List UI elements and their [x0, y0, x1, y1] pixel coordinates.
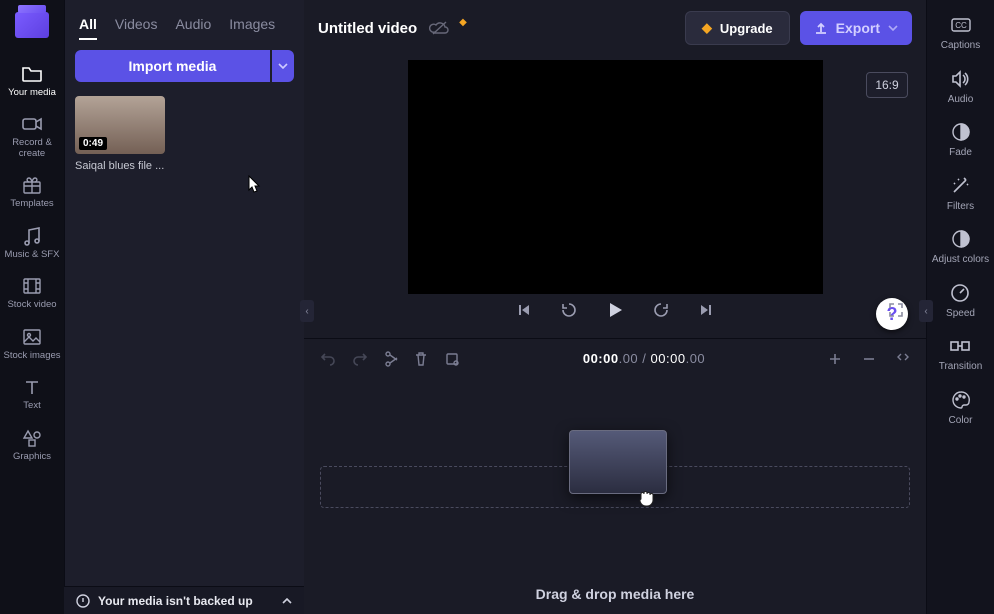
split-button[interactable] [384, 351, 398, 367]
zoom-in-button[interactable] [828, 352, 842, 366]
left-nav: Your media Record & create Templates Mus… [0, 0, 64, 614]
music-icon [21, 226, 43, 246]
dragging-clip[interactable] [569, 430, 667, 494]
transport-controls [304, 294, 926, 330]
fade-icon [949, 121, 973, 143]
media-tabs: All Videos Audio Images [65, 0, 304, 50]
contrast-icon [949, 228, 973, 250]
image-icon [21, 327, 43, 347]
nav-your-media[interactable]: Your media [1, 56, 63, 106]
rail-transition[interactable]: Transition [939, 335, 983, 373]
undo-button[interactable] [320, 352, 336, 366]
rail-audio[interactable]: Audio [948, 68, 974, 106]
nav-music-sfx[interactable]: Music & SFX [1, 218, 63, 268]
rail-fade[interactable]: Fade [949, 121, 973, 159]
chevron-down-icon [888, 25, 898, 31]
nav-record-create[interactable]: Record & create [1, 106, 63, 167]
app-logo [15, 12, 49, 38]
import-media-dropdown[interactable] [272, 50, 294, 82]
delete-button[interactable] [414, 351, 428, 367]
upload-icon [814, 21, 828, 35]
export-button[interactable]: Export [800, 11, 912, 45]
nav-stock-video[interactable]: Stock video [1, 268, 63, 318]
rail-collapse-button[interactable]: ‹ [919, 300, 933, 322]
tab-audio[interactable]: Audio [175, 16, 211, 40]
rail-filters[interactable]: Filters [947, 175, 974, 213]
tab-videos[interactable]: Videos [115, 16, 158, 40]
rail-speed[interactable]: Speed [946, 282, 975, 320]
film-icon [21, 276, 43, 296]
topbar: Untitled video ◆ ◆ Upgrade Export [304, 0, 926, 56]
crop-button[interactable] [444, 351, 460, 367]
zoom-out-button[interactable] [862, 352, 876, 366]
diamond-badge-icon: ◆ [459, 17, 467, 28]
backup-bar[interactable]: Your media isn't backed up [64, 586, 304, 614]
nav-templates[interactable]: Templates [1, 167, 63, 217]
text-icon [21, 377, 43, 397]
rewind-button[interactable] [559, 300, 579, 320]
forward-button[interactable] [651, 300, 671, 320]
gauge-icon [948, 282, 972, 304]
timeline-toolbar: 00:00.00 / 00:00.00 [304, 338, 926, 378]
nav-stock-images[interactable]: Stock images [1, 319, 63, 369]
drop-hint: Drag & drop media here [304, 586, 926, 602]
video-title[interactable]: Untitled video [318, 20, 417, 37]
skip-start-button[interactable] [513, 300, 533, 320]
wand-icon [948, 175, 972, 197]
center-area: Untitled video ◆ ◆ Upgrade Export 16:9 ? [304, 0, 926, 614]
play-button[interactable] [605, 300, 625, 320]
media-thumbnail: 0:49 [75, 96, 165, 154]
rail-color[interactable]: Color [949, 389, 973, 427]
folder-icon [21, 64, 43, 84]
timecode-display: 00:00.00 / 00:00.00 [476, 351, 812, 366]
aspect-ratio-button[interactable]: 16:9 [866, 72, 908, 98]
cloud-sync-icon[interactable] [429, 20, 449, 36]
chevron-down-icon [278, 63, 288, 69]
palette-icon [949, 389, 973, 411]
rail-adjust-colors[interactable]: Adjust colors [932, 228, 989, 266]
rail-captions[interactable]: CC Captions [941, 14, 980, 52]
skip-end-button[interactable] [697, 300, 717, 320]
fullscreen-button[interactable] [888, 302, 904, 318]
gift-icon [21, 175, 43, 195]
diamond-icon: ◆ [702, 20, 712, 36]
transition-icon [948, 335, 972, 357]
upgrade-button[interactable]: ◆ Upgrade [685, 11, 790, 45]
video-preview[interactable] [408, 60, 823, 294]
camera-icon [21, 114, 43, 134]
panel-collapse-button[interactable]: ‹ [300, 300, 314, 322]
media-panel: All Videos Audio Images Import media 0:4… [64, 0, 304, 586]
redo-button[interactable] [352, 352, 368, 366]
preview-area: 16:9 ? [304, 56, 926, 338]
timeline[interactable]: Drag & drop media here [304, 378, 926, 614]
chevron-up-icon [282, 598, 292, 604]
nav-graphics[interactable]: Graphics [1, 420, 63, 470]
nav-text[interactable]: Text [1, 369, 63, 419]
media-filename: Saiqal blues file ... [75, 160, 165, 172]
captions-icon: CC [949, 14, 973, 36]
shapes-icon [21, 428, 43, 448]
media-list: 0:49 Saiqal blues file ... [65, 94, 304, 174]
tab-all[interactable]: All [79, 16, 97, 40]
media-duration: 0:49 [79, 137, 107, 150]
right-rail: ‹ CC Captions Audio Fade Filters Adjust … [926, 0, 994, 614]
import-media-button[interactable]: Import media [75, 50, 270, 82]
tab-images[interactable]: Images [229, 16, 275, 40]
media-item[interactable]: 0:49 Saiqal blues file ... [75, 96, 165, 172]
speaker-icon [948, 68, 972, 90]
fit-button[interactable] [896, 352, 910, 366]
info-icon [76, 594, 90, 608]
svg-text:CC: CC [955, 21, 967, 30]
